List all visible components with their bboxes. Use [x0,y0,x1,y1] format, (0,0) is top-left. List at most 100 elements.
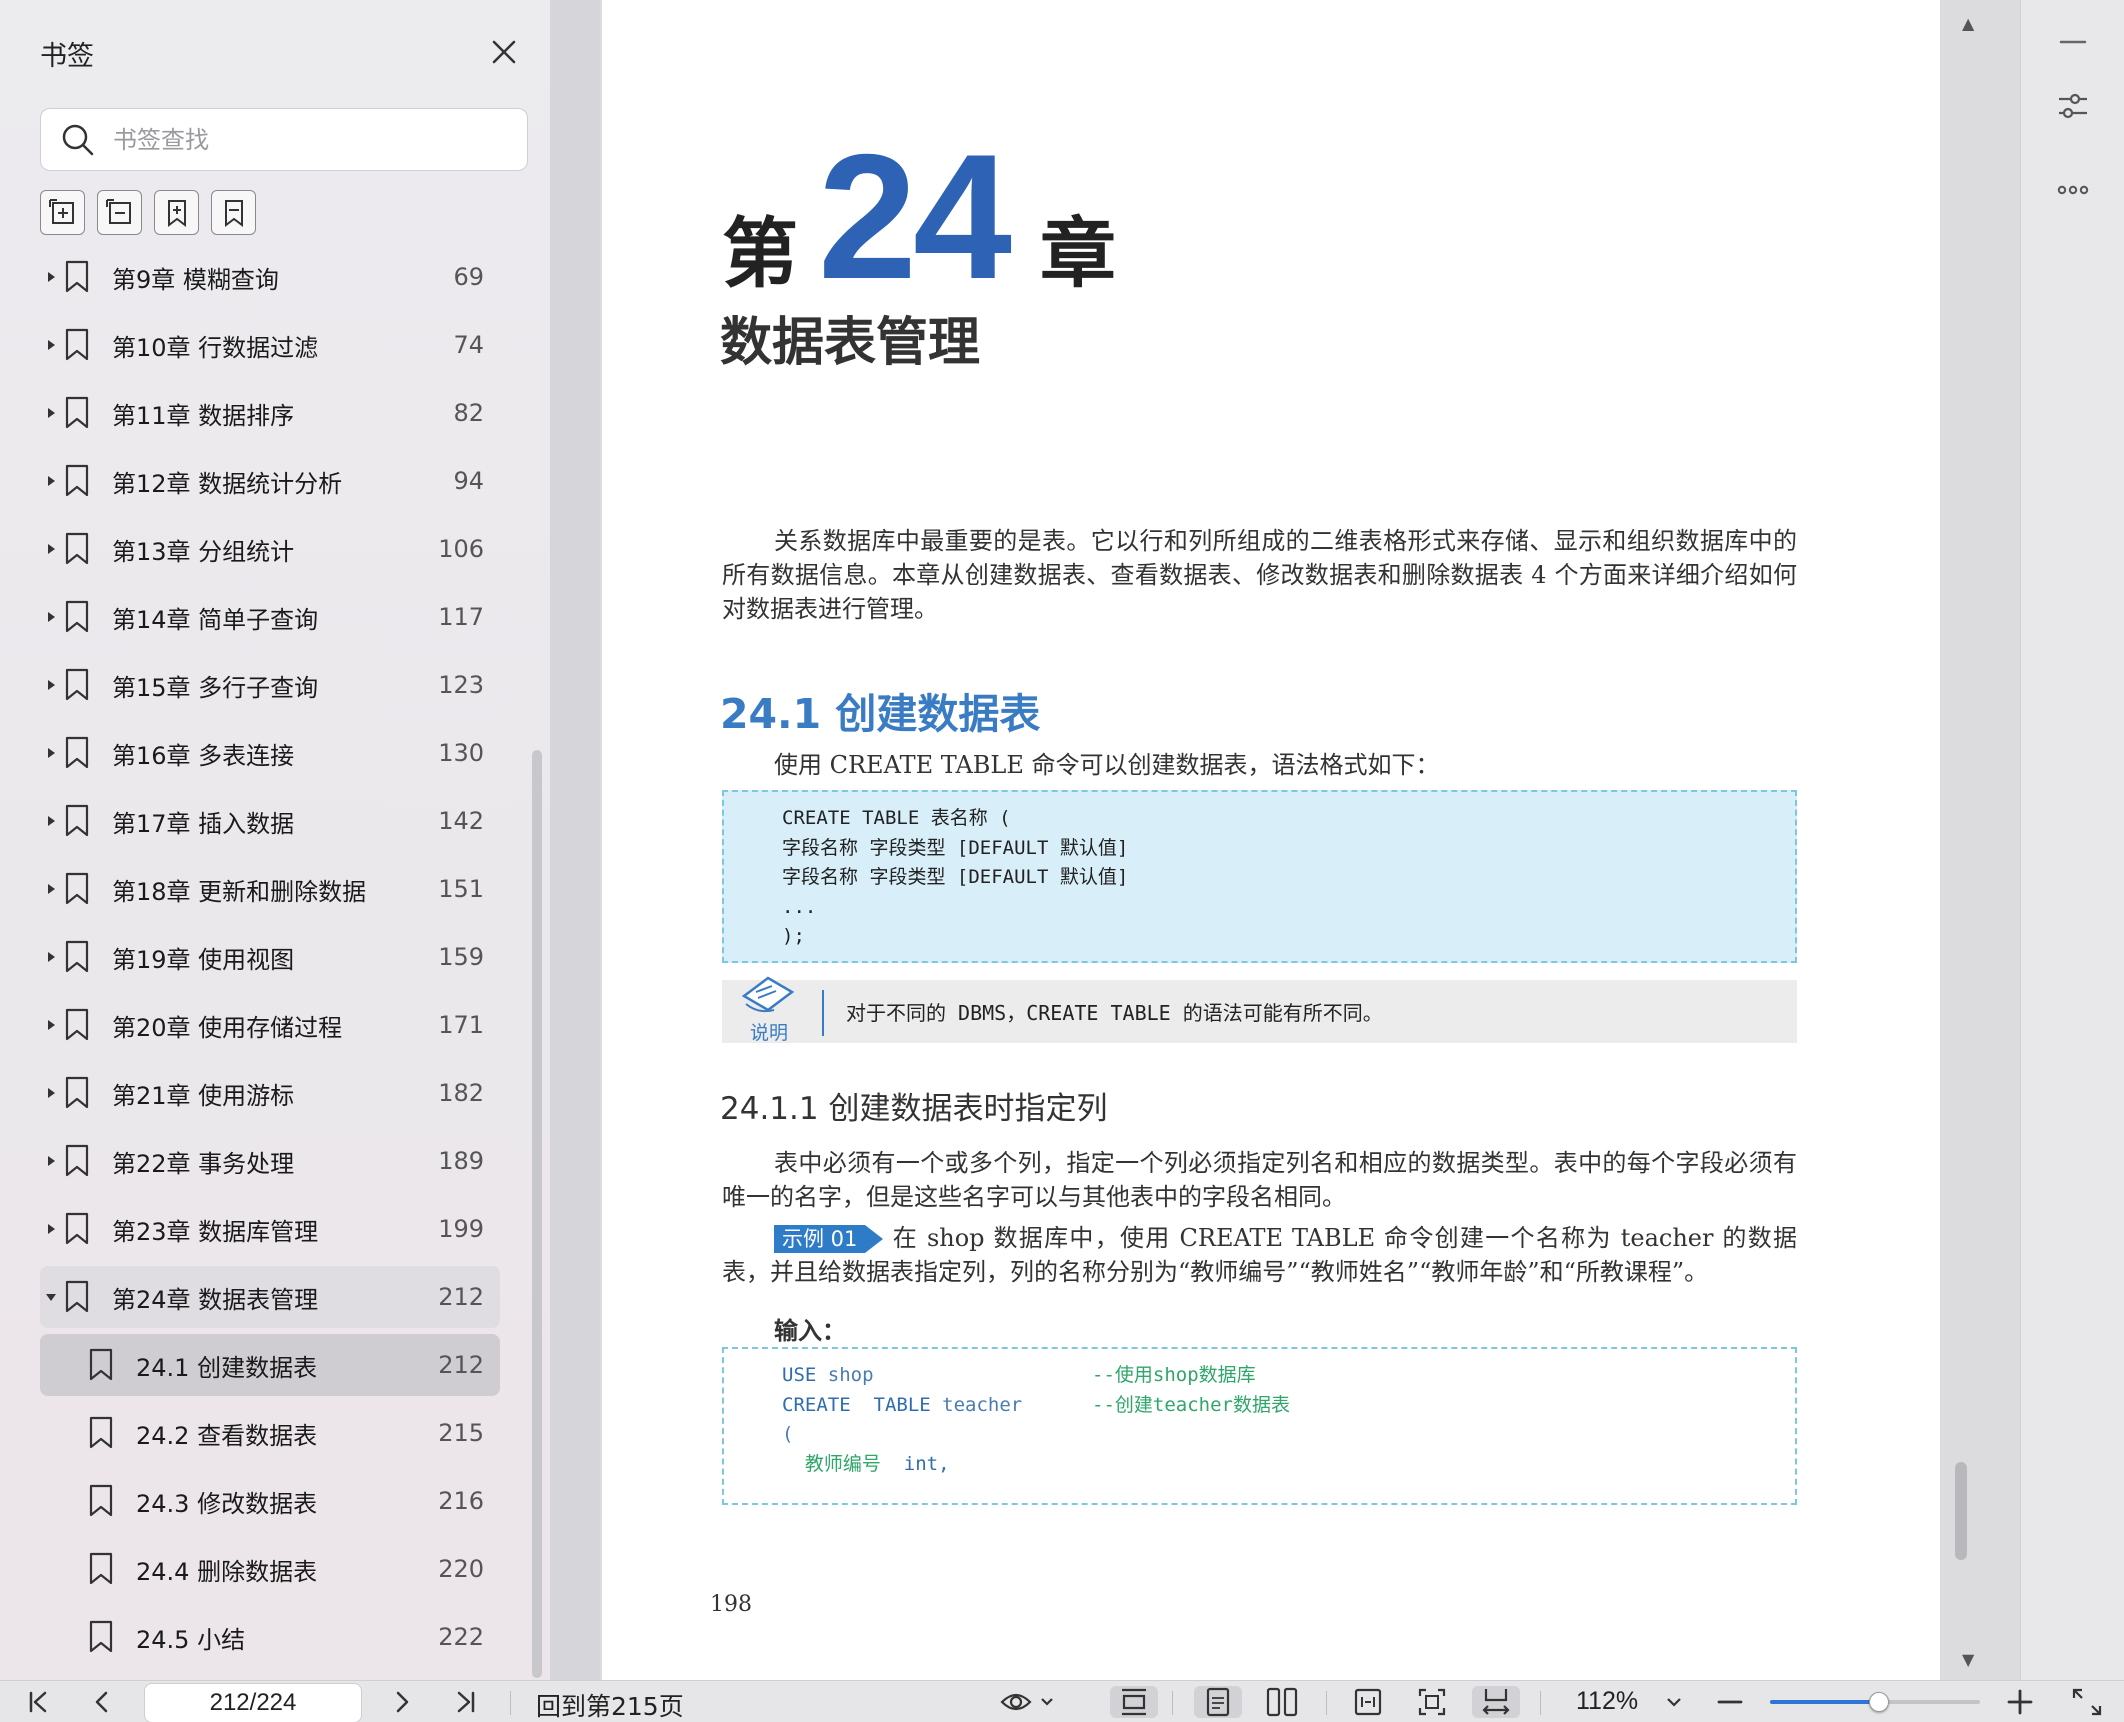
bookmark-item[interactable]: 24.5 小结 222 [40,1606,500,1668]
bookmark-item[interactable]: 第13章 分组统计 106 [40,518,500,580]
code-comment: --创建teacher数据表 [1092,1393,1290,1416]
code-line: USE shop --使用shop数据库 [782,1361,1737,1391]
chevron-right-icon[interactable] [44,270,58,284]
chevron-right-icon[interactable] [44,814,58,828]
example-paragraph: 示例 01 在 shop 数据库中，使用 CREATE TABLE 命令创建一个名… [722,1221,1797,1289]
bookmark-item[interactable]: 第17章 插入数据 142 [40,790,500,852]
bookmark-label: 第14章 简单子查询 [112,605,319,634]
bookmark-item[interactable]: 第24章 数据表管理 212 [40,1266,500,1328]
chevron-right-icon[interactable] [44,678,58,692]
bookmark-icon [65,600,89,633]
bookmark-page: 69 [453,263,484,291]
bookmark-item[interactable]: 第23章 数据库管理 199 [40,1198,500,1260]
bookmark-icon[interactable] [211,190,256,235]
bookmark-item[interactable]: 第16章 多表连接 130 [40,722,500,784]
scrollbar-thumb[interactable] [1955,1462,1967,1560]
fullscreen-icon[interactable] [2070,1686,2104,1718]
back-to-page-link[interactable]: 回到第215页 [536,1687,684,1722]
bookmark-label: 第22章 事务处理 [112,1149,295,1178]
scroll-down-icon[interactable]: ▼ [1962,1650,1974,1669]
bookmark-item[interactable]: 第14章 简单子查询 117 [40,586,500,648]
last-page-icon[interactable] [450,1686,482,1718]
zoom-slider[interactable] [1770,1692,1980,1712]
bookmark-icon [65,260,89,293]
first-page-icon[interactable] [22,1686,54,1718]
bookmark-label: 第16章 多表连接 [112,741,295,770]
collapse-all-icon[interactable] [97,190,142,235]
bookmark-item[interactable]: 24.4 删除数据表 220 [40,1538,500,1600]
zoom-in-icon[interactable] [2004,1686,2036,1718]
code-comment: --使用shop数据库 [1092,1364,1256,1386]
bookmark-icon [65,736,89,769]
bookmark-item[interactable]: 第10章 行数据过滤 74 [40,314,500,376]
subsection-heading: 24.1.1 创建数据表时指定列 [720,1091,1108,1127]
chevron-right-icon[interactable] [44,474,58,488]
scroll-mode-icon[interactable] [1472,1686,1520,1718]
chapter-suffix: 章 [1040,209,1116,298]
two-page-icon[interactable] [1258,1686,1306,1718]
chevron-right-icon[interactable] [44,338,58,352]
separator [510,1691,511,1715]
bookmark-item[interactable]: 第12章 数据统计分析 94 [40,450,500,512]
fit-page-icon[interactable] [1408,1686,1456,1718]
search-input[interactable] [113,125,493,154]
settings-sliders-icon[interactable] [2053,86,2093,126]
bookmark-item[interactable]: 第22章 事务处理 189 [40,1130,500,1192]
bookmark-item[interactable]: 第20章 使用存储过程 171 [40,994,500,1056]
bookmark-item[interactable]: 24.2 查看数据表 215 [40,1402,500,1464]
bookmark-item[interactable]: 第9章 模糊查询 69 [40,246,500,308]
bookmark-icon [65,396,89,429]
chevron-right-icon[interactable] [44,542,58,556]
bookmark-page: 82 [453,399,484,427]
bookmark-item[interactable]: 第18章 更新和删除数据 151 [40,858,500,920]
single-page-icon[interactable] [1194,1686,1242,1718]
bookmark-page: 130 [438,739,484,767]
chevron-right-icon[interactable] [44,1018,58,1032]
document-scrollbar[interactable]: ▲ ▼ [1940,0,2020,1680]
add-bookmark-icon[interactable] [154,190,199,235]
chevron-right-icon[interactable] [44,746,58,760]
chevron-right-icon[interactable] [44,610,58,624]
chevron-down-icon[interactable] [1662,1686,1686,1718]
next-page-icon[interactable] [386,1686,418,1718]
chevron-right-icon[interactable] [44,950,58,964]
bookmark-search[interactable] [40,108,528,171]
bookmark-item[interactable]: 第15章 多行子查询 123 [40,654,500,716]
bookmark-label: 24.5 小结 [136,1625,246,1654]
scroll-up-icon[interactable]: ▲ [1962,14,1974,33]
zoom-level[interactable]: 112% [1576,1687,1638,1716]
bookmark-icon [65,1212,89,1245]
bookmark-label: 第15章 多行子查询 [112,673,319,702]
minimize-icon[interactable] [2053,22,2093,62]
intro-paragraph: 关系数据库中最重要的是表。它以行和列所组成的二维表格形式来存储、显示和组织数据库… [722,527,1797,623]
bookmark-page: 215 [438,1419,484,1447]
bookmark-label: 第11章 数据排序 [112,401,295,430]
bookmark-item[interactable]: 第21章 使用游标 182 [40,1062,500,1124]
zoom-slider-handle[interactable] [1869,1692,1890,1712]
fit-height-icon[interactable] [1110,1686,1158,1718]
chevron-right-icon[interactable] [44,406,58,420]
bookmark-item[interactable]: 24.3 修改数据表 216 [40,1470,500,1532]
previous-page-icon[interactable] [86,1686,118,1718]
page-number-input[interactable] [144,1683,362,1722]
chevron-right-icon[interactable] [44,882,58,896]
chevron-right-icon[interactable] [44,1222,58,1236]
bookmark-page: 220 [438,1555,484,1583]
zoom-out-icon[interactable] [1714,1686,1746,1718]
bookmark-icon [65,872,89,905]
chevron-right-icon[interactable] [44,1154,58,1168]
bookmark-item[interactable]: 24.1 创建数据表 212 [40,1334,500,1396]
bookmark-item[interactable]: 第19章 使用视图 159 [40,926,500,988]
more-icon[interactable] [2053,170,2093,210]
bookmark-item[interactable]: 第11章 数据排序 82 [40,382,500,444]
bookmark-label: 第10章 行数据过滤 [112,333,319,362]
sidebar-scrollbar[interactable] [532,750,542,1678]
chevron-down-icon[interactable] [44,1290,58,1304]
expand-all-icon[interactable] [40,190,85,235]
fit-width-icon[interactable] [1344,1686,1392,1718]
eye-icon[interactable] [1000,1686,1060,1718]
separator [1326,1691,1327,1715]
bookmark-page: 117 [438,603,484,631]
close-icon[interactable] [486,34,522,70]
chevron-right-icon[interactable] [44,1086,58,1100]
